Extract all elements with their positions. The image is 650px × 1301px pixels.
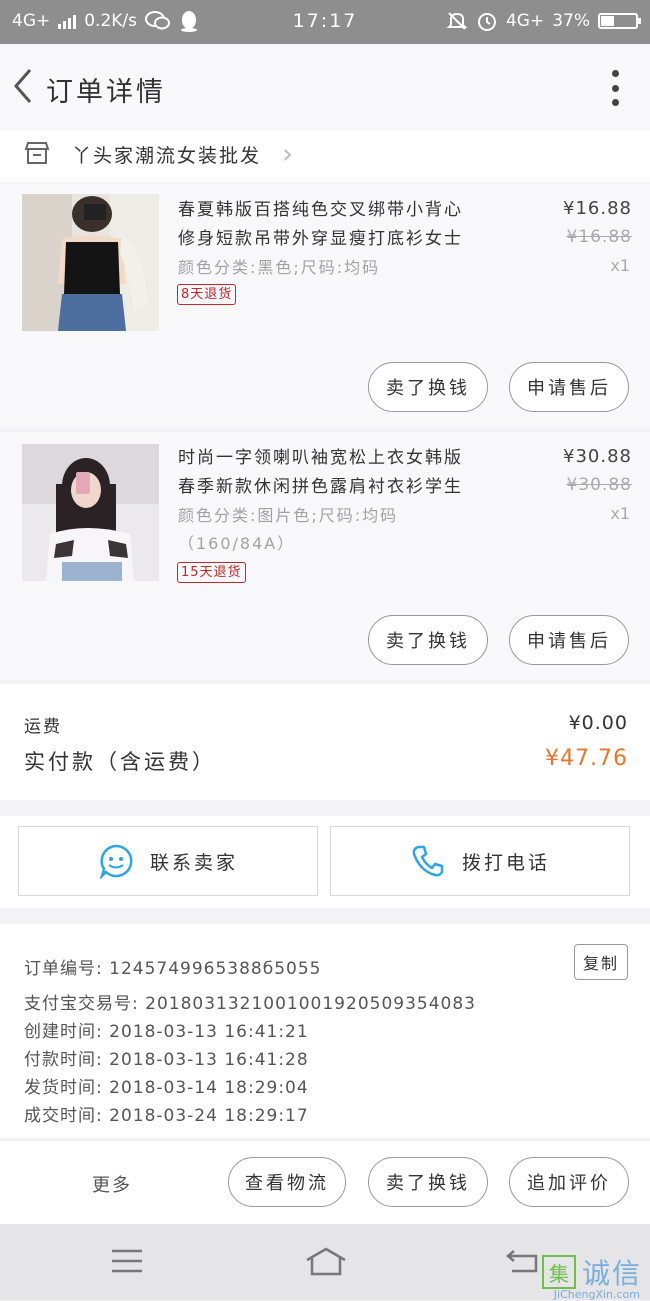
order-number: 订单编号: 1245749965388б5055 [24, 959, 322, 979]
order-item: 时尚一字领喇叭袖宽松上衣女韩版 春季新款休闲拼色露肩衬衣衫学生 颜色分类:图片色… [0, 432, 650, 680]
watermark-char: 集 [541, 1255, 576, 1289]
product-price: ¥30.88 [563, 446, 632, 467]
sell-button[interactable]: 卖了换钱 [368, 362, 488, 412]
order-actions: 更多 查看物流 卖了换钱 追加评价 [0, 1140, 650, 1225]
sell-button[interactable]: 卖了换钱 [368, 615, 488, 665]
network-label-right: 4G+ [505, 11, 545, 31]
return-badge: 8天退货 [177, 284, 237, 305]
product-price: ¥16.88 [563, 198, 632, 219]
shop-row[interactable]: 丫头家潮流女装批发 › [0, 130, 650, 182]
shop-name[interactable]: 丫头家潮流女装批发 [72, 141, 261, 168]
paid-value: ¥47.76 [545, 746, 628, 771]
contact-section: 联系卖家 拨打电话 [0, 816, 650, 908]
product-image[interactable] [22, 194, 159, 331]
sell-button[interactable]: 卖了换钱 [368, 1157, 488, 1207]
more-link[interactable]: 更多 [92, 1171, 132, 1197]
original-price: ¥16.88 [566, 227, 632, 247]
mute-bell-icon [446, 12, 468, 30]
call-phone-label: 拨打电话 [461, 851, 550, 874]
product-title-line2[interactable]: 修身短款吊带外穿显瘦打底衫女士 [178, 225, 508, 254]
product-title-line2[interactable]: 春季新款休闲拼色露肩衬衣衫学生 [178, 473, 508, 502]
aftersale-button[interactable]: 申请售后 [509, 362, 629, 412]
call-phone-button[interactable]: 拨打电话 [330, 826, 630, 896]
product-sku: 颜色分类:图片色;尺码:均码 [178, 506, 399, 525]
watermark-text: 诚信 [581, 1257, 642, 1290]
page-header: 订单详情 [0, 44, 650, 130]
aftersale-button[interactable]: 申请售后 [509, 615, 629, 665]
watermark-logo: 集 诚信 [541, 1252, 642, 1292]
return-badge: 15天退货 [177, 562, 246, 583]
product-sku: 颜色分类:黑色;尺码:均码 [178, 258, 381, 277]
created-time: 创建时间: 2018-03-13 16:41:21 [24, 1022, 309, 1042]
product-quantity: x1 [610, 504, 630, 523]
shipping-label: 运费 [24, 717, 62, 737]
product-sku-line2: （160/84A） [178, 534, 296, 553]
watermark-url: JiChengXin.com [553, 1288, 640, 1301]
phone-icon [412, 845, 444, 877]
payment-time: 付款时间: 2018-03-13 16:41:28 [24, 1050, 309, 1070]
home-icon[interactable] [304, 1246, 348, 1276]
chevron-right-icon: › [282, 137, 294, 170]
status-bar: 4G+ 0.2K/s 17:17 4G+ 37% [0, 0, 650, 44]
back-nav-icon[interactable] [506, 1248, 540, 1274]
product-image[interactable] [22, 444, 159, 581]
shipping-value: ¥0.00 [568, 712, 628, 734]
store-icon [24, 142, 50, 164]
alarm-icon [477, 13, 496, 31]
back-arrow-icon[interactable] [8, 66, 38, 106]
product-title-line1[interactable]: 时尚一字领喇叭袖宽松上衣女韩版 [178, 444, 508, 473]
menu-icon[interactable] [110, 1248, 144, 1274]
payment-summary: 运费 ¥0.00 实付款（含运费） ¥47.76 [0, 684, 650, 800]
contact-seller-button[interactable]: 联系卖家 [18, 826, 318, 896]
view-logistics-button[interactable]: 查看物流 [228, 1157, 346, 1207]
copy-button[interactable]: 复制 [574, 944, 628, 980]
original-price: ¥30.88 [566, 475, 632, 495]
product-quantity: x1 [610, 256, 630, 275]
chat-bubble-icon [99, 844, 133, 879]
order-item: 春夏韩版百搭纯色交叉绑带小背心 修身短款吊带外穿显瘦打底衫女士 颜色分类:黑色;… [0, 184, 650, 428]
more-options-icon[interactable] [610, 70, 620, 106]
shipping-time: 发货时间: 2018-03-14 18:29:04 [24, 1078, 309, 1098]
page-title: 订单详情 [46, 77, 166, 108]
completed-time: 成交时间: 2018-03-24 18:29:17 [24, 1106, 309, 1126]
order-info: 订单编号: 1245749965388б5055 复制 支付宝交易号: 2018… [0, 924, 650, 1138]
contact-seller-label: 联系卖家 [149, 851, 238, 874]
alipay-trade-number: 支付宝交易号: 2018031321001001920509354083 [24, 994, 476, 1014]
add-review-button[interactable]: 追加评价 [509, 1157, 629, 1207]
product-title-line1[interactable]: 春夏韩版百搭纯色交叉绑带小背心 [178, 196, 508, 225]
battery-percent: 37% [552, 11, 590, 31]
paid-label: 实付款（含运费） [24, 750, 216, 774]
battery-icon [598, 13, 641, 29]
